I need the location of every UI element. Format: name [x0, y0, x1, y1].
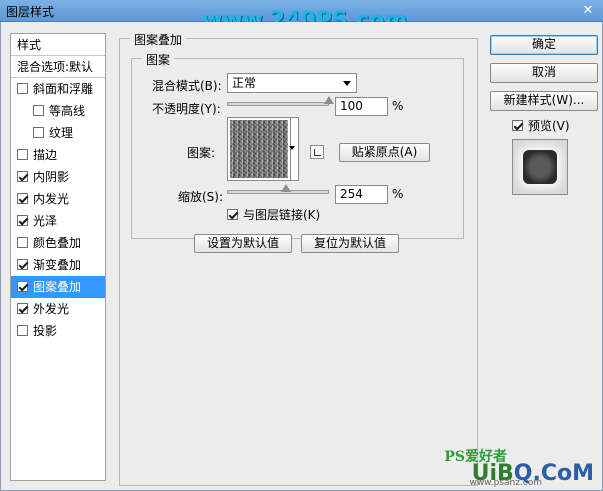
blend-mode-label: 混合模式(B): — [152, 79, 222, 93]
layer-style-dialog: 样式 混合选项:默认 斜面和浮雕 等高线 纹理 描边 内阴影 内发光 光泽 颜色叠加 渐变叠加图… — [0, 22, 603, 491]
scale-label: 缩放(S): — [178, 190, 224, 204]
opacity-input[interactable]: 100 — [335, 97, 388, 116]
style-item-checkbox[interactable] — [33, 105, 44, 116]
preview-checkbox-box[interactable] — [512, 120, 523, 131]
style-item[interactable]: 投影 — [11, 320, 105, 342]
style-item[interactable]: 颜色叠加 — [11, 232, 105, 254]
opacity-percent: % — [392, 99, 404, 113]
style-list-header[interactable]: 样式 — [11, 34, 105, 56]
style-item[interactable]: 斜面和浮雕 — [11, 78, 105, 100]
scale-percent: % — [392, 187, 404, 201]
style-item-checkbox[interactable] — [17, 149, 28, 160]
style-item-checkbox[interactable] — [17, 281, 28, 292]
opacity-slider-thumb[interactable] — [324, 96, 334, 104]
style-item-label: 外发光 — [33, 302, 70, 316]
blend-options-item[interactable]: 混合选项:默认 — [11, 56, 105, 78]
style-item-label: 内发光 — [33, 192, 70, 206]
pattern-overlay-legend: 图案叠加 — [130, 31, 187, 48]
style-item-label: 纹理 — [49, 126, 74, 140]
snap-to-origin-button[interactable]: 贴紧原点(A) — [339, 143, 430, 162]
chevron-down-icon — [289, 146, 295, 150]
style-item[interactable]: 内发光 — [11, 188, 105, 210]
preview-chip-image — [523, 150, 557, 184]
style-item-label: 等高线 — [49, 104, 86, 118]
ok-button[interactable]: 确定 — [490, 35, 598, 55]
style-item-checkbox[interactable] — [17, 303, 28, 314]
style-item-label: 颜色叠加 — [33, 236, 82, 250]
style-item[interactable]: 渐变叠加 — [11, 254, 105, 276]
preview-checkbox[interactable]: 预览(V) — [512, 117, 570, 134]
style-item[interactable]: 内阴影 — [11, 166, 105, 188]
style-list: 样式 混合选项:默认 斜面和浮雕等高线纹理描边内阴影内发光光泽颜色叠加渐变叠加图… — [10, 33, 106, 481]
style-item-checkbox[interactable] — [17, 237, 28, 248]
style-item[interactable]: 描边 — [11, 144, 105, 166]
style-item-label: 斜面和浮雕 — [33, 82, 94, 96]
style-item-checkbox[interactable] — [17, 259, 28, 270]
opacity-slider[interactable] — [227, 102, 329, 106]
style-item[interactable]: 外发光 — [11, 298, 105, 320]
style-item[interactable]: 纹理 — [11, 122, 105, 144]
style-item-label: 图案叠加 — [33, 280, 82, 294]
style-item-checkbox[interactable] — [17, 171, 28, 182]
preview-label: 预览(V) — [528, 119, 570, 133]
scale-input[interactable]: 254 — [335, 185, 388, 204]
pattern-inner-legend: 图案 — [142, 51, 175, 68]
scale-slider-thumb[interactable] — [281, 184, 291, 192]
pattern-swatch — [230, 120, 288, 178]
link-with-layer-label: 与图层链接(K) — [243, 208, 321, 222]
style-item[interactable]: 图案叠加 — [11, 276, 105, 298]
style-item[interactable]: 等高线 — [11, 100, 105, 122]
set-default-button[interactable]: 设置为默认值 — [194, 234, 292, 253]
chevron-down-icon — [343, 81, 351, 86]
style-item-label: 内阴影 — [33, 170, 70, 184]
blend-mode-value: 正常 — [232, 76, 257, 90]
pattern-label: 图案: — [187, 146, 216, 160]
blend-mode-select[interactable]: 正常 — [227, 73, 357, 93]
style-item-checkbox[interactable] — [33, 127, 44, 138]
new-preset-icon[interactable] — [310, 145, 324, 159]
style-item-label: 光泽 — [33, 214, 58, 228]
scale-slider[interactable] — [227, 190, 329, 194]
cancel-button[interactable]: 取消 — [490, 63, 598, 83]
reset-default-button[interactable]: 复位为默认值 — [301, 234, 399, 253]
close-icon[interactable]: ✕ — [579, 3, 597, 19]
style-item-checkbox[interactable] — [17, 83, 28, 94]
style-item-label: 描边 — [33, 148, 58, 162]
watermark-sub: www.psahz.com — [469, 478, 542, 488]
style-preview-thumbnail — [512, 139, 568, 195]
style-item-checkbox[interactable] — [17, 215, 28, 226]
pattern-picker[interactable] — [227, 117, 299, 181]
style-item-label: 渐变叠加 — [33, 258, 82, 272]
style-item-checkbox[interactable] — [17, 193, 28, 204]
style-item[interactable]: 光泽 — [11, 210, 105, 232]
window-title: 图层样式 — [6, 5, 55, 19]
new-style-button[interactable]: 新建样式(W)... — [490, 91, 598, 111]
link-with-layer-checkbox[interactable]: 与图层链接(K) — [227, 206, 320, 223]
link-checkbox-box[interactable] — [227, 209, 238, 220]
style-item-checkbox[interactable] — [17, 325, 28, 336]
style-item-label: 投影 — [33, 324, 58, 338]
opacity-label: 不透明度(Y): — [152, 102, 221, 116]
